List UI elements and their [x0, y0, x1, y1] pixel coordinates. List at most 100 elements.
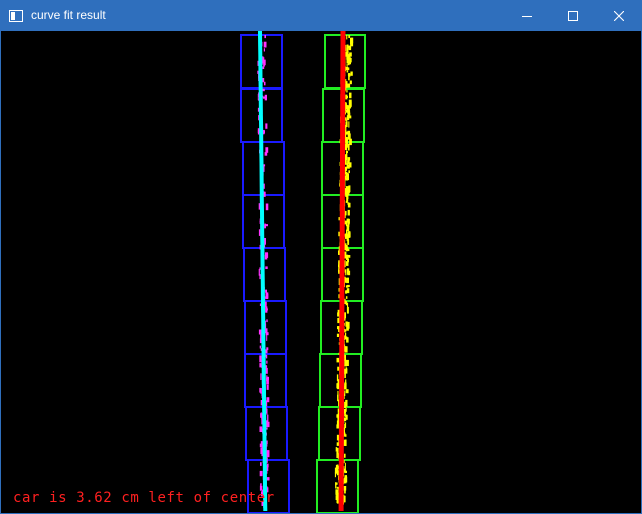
left-lane-pixel [265, 123, 268, 129]
left-lane-pixel [262, 78, 265, 83]
right-lane-pixel [344, 424, 346, 429]
right-lane-pixel [337, 422, 339, 429]
left-lane-pixel [266, 397, 270, 403]
left-lane-pixel [266, 376, 269, 380]
right-lane-pixel [344, 166, 348, 171]
right-lane-pixel [347, 209, 350, 216]
right-lane-pixel [344, 453, 346, 458]
right-lane-pixel [345, 301, 347, 306]
right-lane-pixel [344, 154, 348, 160]
left-lane-pixel [265, 203, 269, 211]
right-lane-pixel [346, 47, 349, 53]
right-lane-pixel [350, 71, 353, 76]
right-lane-pixel [344, 371, 346, 379]
right-lane-pixel [345, 407, 347, 412]
right-lane-pixel [346, 90, 348, 93]
right-lane-pixel [345, 389, 349, 394]
right-lane-pixel [346, 288, 350, 294]
right-lane-pixel [336, 486, 339, 489]
right-lane-pixel [346, 277, 349, 284]
right-lane-pixel [345, 222, 347, 227]
right-lane-pixel [336, 493, 339, 498]
left-lane-pixel [264, 94, 267, 101]
right-lane-pixel [346, 35, 348, 40]
image-canvas: car is 3.62 cm left of center [1, 31, 641, 513]
left-lane-pixel [264, 81, 266, 86]
right-lane-pixel [336, 374, 339, 381]
right-lane-pixel [345, 141, 348, 147]
right-lane-pixel [344, 462, 346, 469]
right-lane-pixel [349, 80, 352, 85]
right-lane-pixel [345, 138, 349, 141]
maximize-button[interactable] [550, 0, 596, 31]
left-lane-pixel [259, 426, 263, 432]
right-lane-pixel [344, 413, 347, 417]
left-lane-pixel [260, 373, 262, 380]
right-lane-pixel [345, 131, 349, 135]
right-lane-pixel [335, 489, 338, 494]
right-lane-pixel [348, 185, 351, 193]
left-lane-pixel [266, 360, 268, 364]
right-lane-pixel [345, 254, 349, 260]
right-lane-pixel [344, 439, 347, 446]
window-app-icon [9, 9, 23, 22]
right-lane-pixel [344, 359, 347, 367]
window-title: curve fit result [31, 8, 106, 22]
left-lane-pixel [259, 355, 262, 363]
right-lane-pixel [349, 92, 352, 99]
title-bar[interactable]: curve fit result [0, 0, 642, 31]
right-lane-pixel [335, 482, 338, 485]
left-lane-fit-line [258, 31, 268, 512]
right-lane-pixel [344, 269, 346, 273]
right-lane-pixel [350, 42, 354, 47]
right-lane-pixel [345, 367, 348, 370]
left-lane-pixel [265, 266, 268, 269]
right-lane-pixel [344, 401, 347, 408]
left-lane-pixel [266, 253, 269, 258]
left-lane-pixel [259, 345, 261, 349]
right-lane-pixel [336, 357, 340, 363]
right-lane-pixel [348, 162, 352, 168]
lane-visualization [240, 31, 366, 513]
right-lane-pixel [350, 101, 352, 108]
right-lane-pixel [347, 202, 351, 208]
right-lane-pixel [347, 192, 349, 199]
right-lane-pixel [338, 264, 340, 268]
left-lane-pixel [266, 308, 268, 311]
right-lane-pixel [347, 223, 350, 227]
right-lane-pixel [348, 57, 351, 61]
left-lane-pixel [260, 412, 262, 418]
right-lane-pixel [337, 414, 339, 419]
right-lane-pixel [347, 270, 351, 276]
app-window: curve fit result car is 3.62 cm left of … [0, 0, 642, 514]
right-lane-pixel [345, 285, 349, 288]
right-lane-pixel [345, 159, 347, 165]
right-lane-pixel [348, 170, 350, 174]
right-lane-pixel [346, 70, 349, 73]
minimize-button[interactable] [504, 0, 550, 31]
close-button[interactable] [596, 0, 642, 31]
left-lane-pixel [265, 147, 269, 153]
right-lane-pixel [344, 298, 346, 302]
left-lane-pixel [264, 35, 266, 39]
right-lane-pixel [346, 321, 350, 329]
right-lane-pixel [346, 54, 349, 60]
right-lane-pixel [334, 467, 338, 474]
right-lane-pixel [346, 105, 350, 111]
right-lane-pixel [346, 337, 349, 343]
left-lane-pixel [266, 319, 268, 323]
right-lane-pixel [344, 475, 347, 481]
close-icon [614, 10, 624, 21]
status-text: car is 3.62 cm left of center [13, 490, 275, 506]
left-lane-pixel [259, 267, 261, 270]
right-lane-pixel [347, 248, 350, 251]
minimize-icon [522, 11, 532, 21]
right-lane-pixel [336, 333, 339, 337]
right-lane-pixel [347, 61, 350, 66]
right-lane-pixel [347, 73, 350, 76]
right-lane-pixel [337, 394, 339, 402]
right-lane-pixel [346, 306, 349, 314]
right-lane-pixel [344, 468, 346, 474]
right-lane-pixel [349, 52, 352, 57]
right-lane-pixel [346, 95, 348, 98]
